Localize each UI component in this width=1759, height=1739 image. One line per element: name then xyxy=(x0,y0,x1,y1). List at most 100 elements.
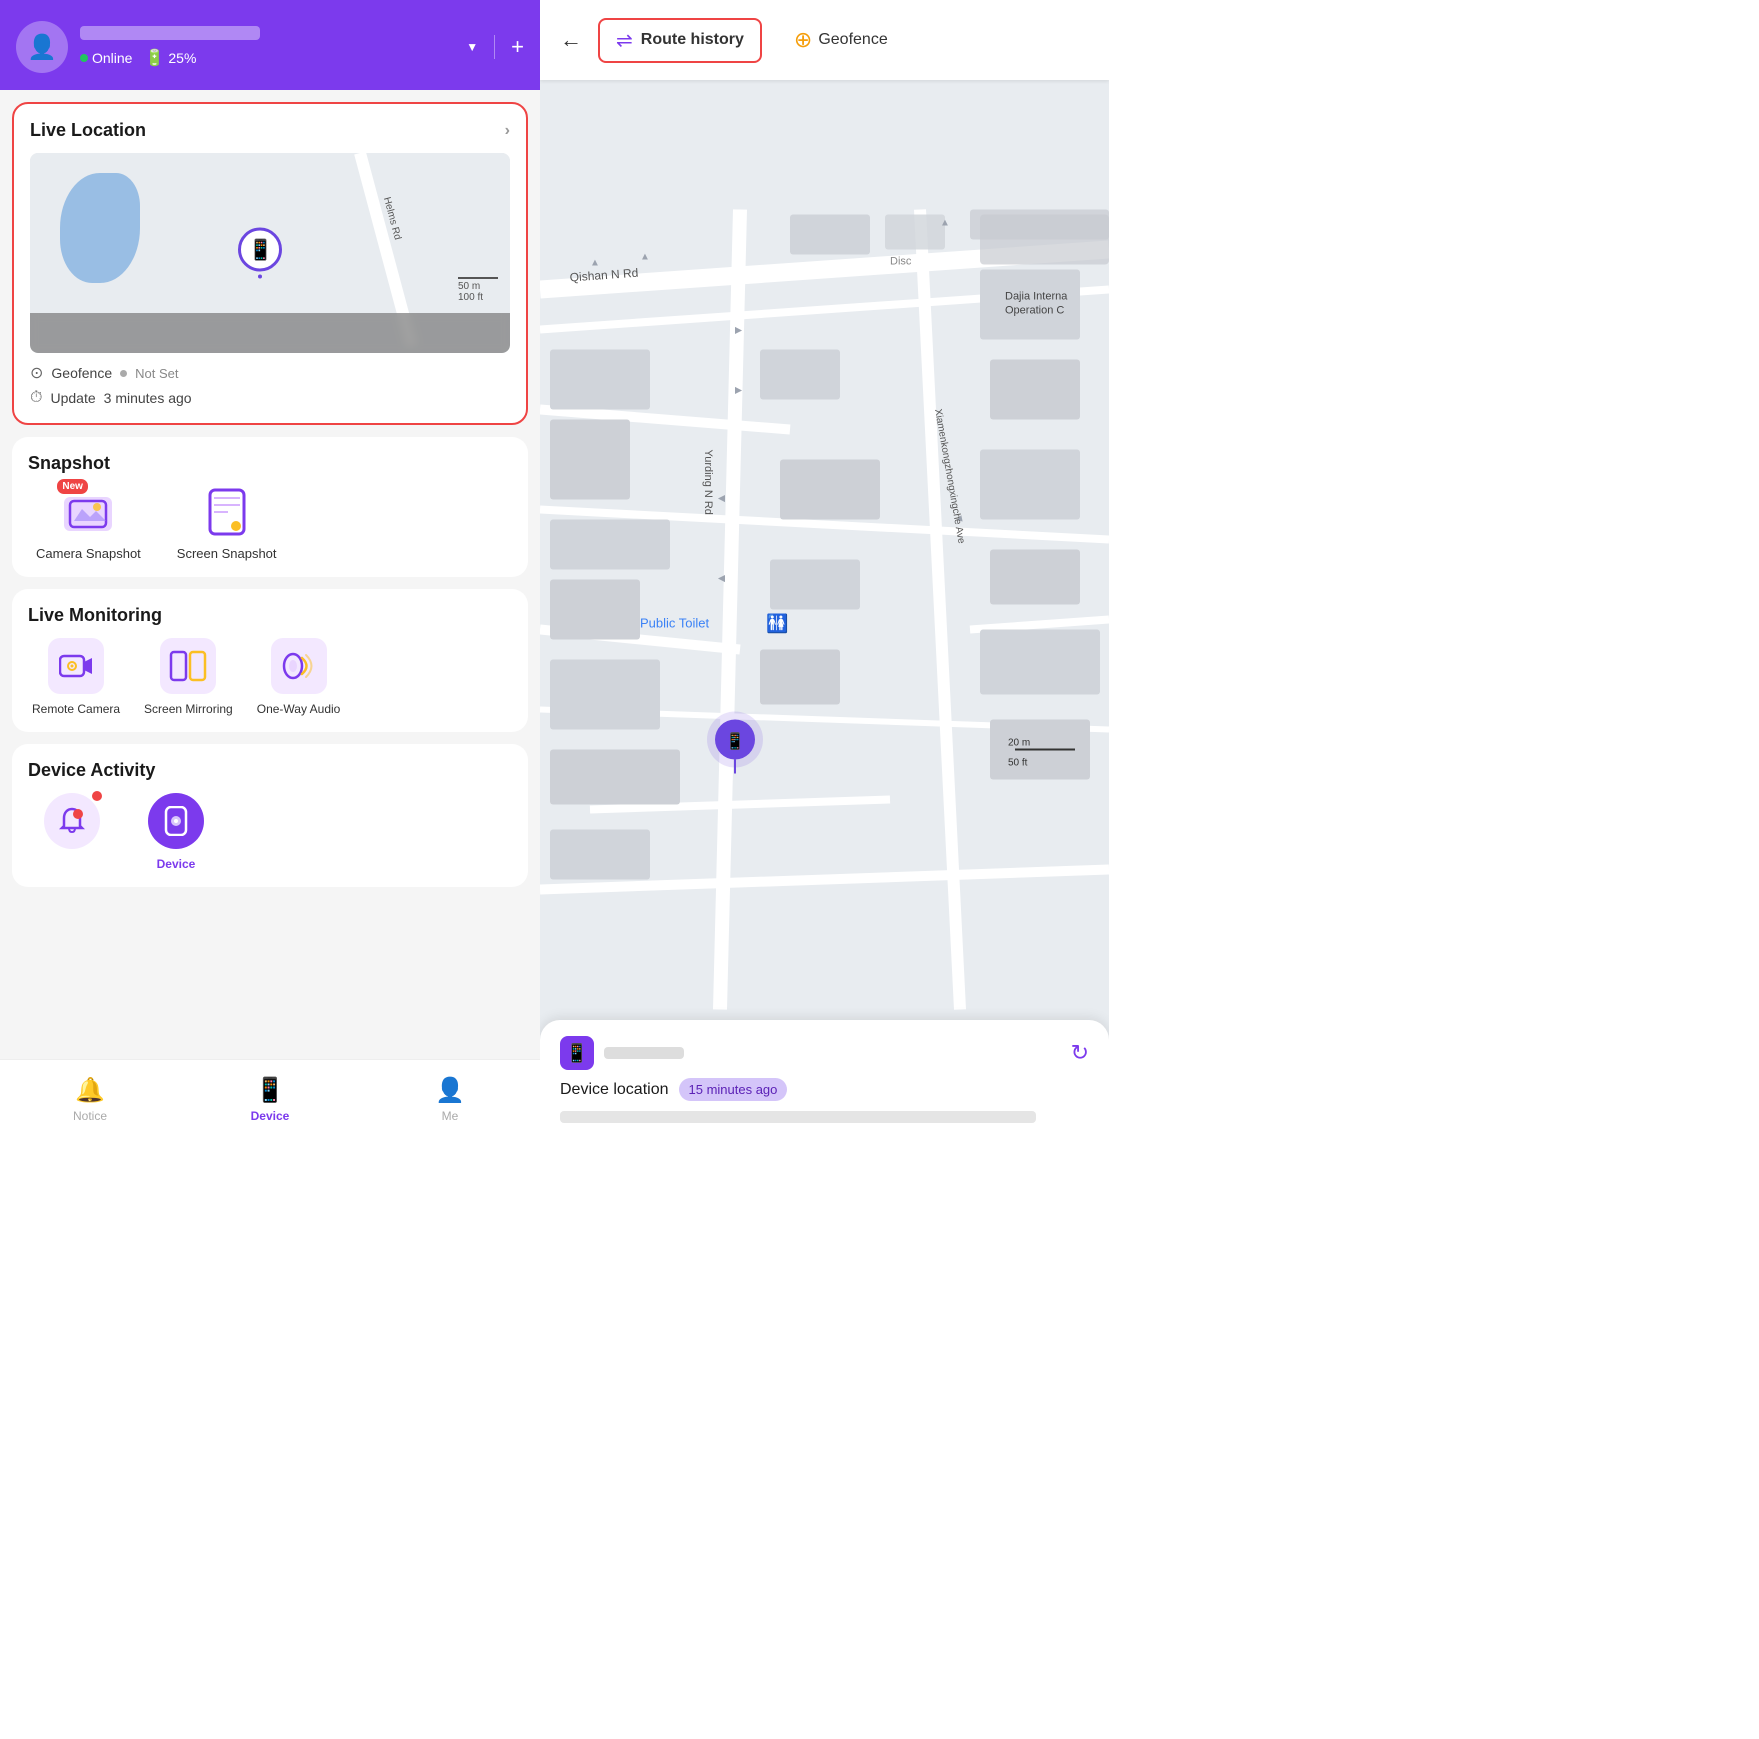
svg-text:▲: ▲ xyxy=(732,325,746,337)
location-info-card: 📱 ↻ Device location 15 minutes ago xyxy=(540,1020,1109,1139)
map-background: Helms Rd 📱 50 m 100 ft xyxy=(30,153,510,353)
screen-mirroring-label: Screen Mirroring xyxy=(144,702,233,716)
svg-text:▲: ▲ xyxy=(940,218,950,229)
geofence-row: ⊙ Geofence Not Set xyxy=(30,363,510,383)
update-row: ⏱ Update 3 minutes ago xyxy=(30,389,510,407)
live-monitoring-card: Live Monitoring Remote Camera xyxy=(12,589,528,732)
update-label: Update xyxy=(50,390,95,406)
device-nav-label: Device xyxy=(251,1109,290,1123)
left-panel: 👤 Online 🔋 25% ▼ + L xyxy=(0,0,540,1139)
map-svg: ▲ ▲ ▲ ▲ ▲ ▲ ▲ ▲ Qishan N Rd Yurding N Rd… xyxy=(540,80,1109,1139)
online-dot xyxy=(80,54,88,62)
nav-item-notice[interactable]: 🔔 Notice xyxy=(0,1068,180,1131)
svg-text:📱: 📱 xyxy=(725,732,745,751)
live-location-card[interactable]: Live Location › Helms Rd 📱 xyxy=(12,102,528,425)
snapshot-icons: New Camera Snapshot xyxy=(28,486,512,561)
app-header: 👤 Online 🔋 25% ▼ + xyxy=(0,0,540,90)
svg-text:▲: ▲ xyxy=(732,385,746,397)
activity-device-item[interactable]: Device xyxy=(136,793,216,871)
activity-notice-icon-wrap xyxy=(44,793,100,849)
screen-mirroring-item[interactable]: Screen Mirroring xyxy=(144,638,233,716)
add-button[interactable]: + xyxy=(511,34,524,60)
scale-bar xyxy=(458,277,498,279)
scale-100ft: 100 ft xyxy=(458,292,498,303)
pin-phone-icon: 📱 xyxy=(248,237,273,262)
geofence-target-icon: ⊕ xyxy=(794,27,812,53)
activity-device-icon xyxy=(148,793,204,849)
route-history-button[interactable]: ⇌ Route history xyxy=(598,18,762,63)
header-divider xyxy=(494,35,495,59)
geofence-label: Geofence xyxy=(818,31,887,49)
geofence-button[interactable]: ⊕ Geofence xyxy=(794,27,888,53)
camera-snapshot-label: Camera Snapshot xyxy=(36,546,141,561)
screen-snapshot-icon xyxy=(201,486,253,538)
camera-snapshot-item[interactable]: New Camera Snapshot xyxy=(36,486,141,561)
device-nav-icon: 📱 xyxy=(255,1076,285,1105)
notice-nav-icon: 🔔 xyxy=(75,1076,105,1105)
back-button[interactable]: ← xyxy=(560,27,582,53)
svg-text:Operation C: Operation C xyxy=(1005,305,1064,317)
header-info: Online 🔋 25% xyxy=(80,26,454,68)
map-preview: Helms Rd 📱 50 m 100 ft xyxy=(30,153,510,353)
one-way-audio-item[interactable]: One-Way Audio xyxy=(257,638,341,716)
screen-mirroring-icon xyxy=(160,638,216,694)
map-bottom-blur xyxy=(30,313,510,353)
nav-item-device[interactable]: 📱 Device xyxy=(180,1068,360,1131)
header-actions: ▼ + xyxy=(466,34,524,60)
device-activity-card: Device Activity xyxy=(12,744,528,887)
screen-snapshot-item[interactable]: Screen Snapshot xyxy=(177,486,277,561)
screen-snapshot-label: Screen Snapshot xyxy=(177,546,277,561)
remote-camera-item[interactable]: Remote Camera xyxy=(32,638,120,716)
snapshot-title: Snapshot xyxy=(28,453,512,474)
screen-svg-icon xyxy=(208,488,246,536)
svg-text:Dajia Interna: Dajia Interna xyxy=(1005,291,1068,303)
avatar: 👤 xyxy=(16,21,68,73)
not-set-label: Not Set xyxy=(135,366,178,381)
pin-circle: 📱 xyxy=(238,228,282,272)
route-history-label: Route history xyxy=(641,31,744,49)
svg-text:Yurding N Rd: Yurding N Rd xyxy=(702,450,714,515)
geofence-icon: ⊙ xyxy=(30,363,43,383)
svg-text:▲: ▲ xyxy=(714,573,728,585)
svg-text:🚻: 🚻 xyxy=(766,613,788,634)
time-ago-badge: 15 minutes ago xyxy=(679,1078,788,1101)
live-location-chevron: › xyxy=(505,122,510,140)
not-set-dot xyxy=(120,370,127,377)
activity-icons: Device xyxy=(28,793,512,871)
location-row: Device location 15 minutes ago xyxy=(560,1078,1089,1101)
online-status: Online xyxy=(80,50,132,66)
one-way-audio-icon xyxy=(271,638,327,694)
notice-nav-label: Notice xyxy=(73,1109,107,1123)
route-history-icon: ⇌ xyxy=(616,28,633,53)
status-row: Online 🔋 25% xyxy=(80,48,454,68)
dropdown-arrow-icon[interactable]: ▼ xyxy=(466,40,478,54)
geofence-label: Geofence xyxy=(51,365,112,381)
online-label: Online xyxy=(92,50,132,66)
map-pin: 📱 xyxy=(238,228,282,279)
right-header: ← ⇌ Route history ⊕ Geofence xyxy=(540,0,1109,80)
one-way-audio-label: One-Way Audio xyxy=(257,702,341,716)
me-nav-label: Me xyxy=(442,1109,459,1123)
svg-text:Disc: Disc xyxy=(890,256,912,268)
battery-icon: 🔋 xyxy=(144,48,164,68)
me-nav-icon: 👤 xyxy=(435,1076,465,1105)
svg-text:50 ft: 50 ft xyxy=(1008,758,1028,769)
nav-item-me[interactable]: 👤 Me xyxy=(360,1068,540,1131)
svg-text:20 m: 20 m xyxy=(1008,738,1030,749)
device-info: 📱 xyxy=(560,1036,684,1070)
svg-text:▲: ▲ xyxy=(640,252,650,263)
scale-50m: 50 m xyxy=(458,281,498,292)
camera-svg-icon xyxy=(62,489,114,535)
notif-dot xyxy=(92,791,102,801)
activity-notice-item[interactable] xyxy=(32,793,112,871)
address-blur xyxy=(560,1111,1036,1123)
activity-device-label: Device xyxy=(157,857,196,871)
battery-status: 🔋 25% xyxy=(144,48,196,68)
device-phone-icon: 📱 xyxy=(560,1036,594,1070)
right-panel: ← ⇌ Route history ⊕ Geofence xyxy=(540,0,1109,1139)
refresh-button[interactable]: ↻ xyxy=(1071,1040,1089,1066)
device-name-blur xyxy=(80,26,260,40)
map-location-blob xyxy=(60,173,140,283)
location-info-top: 📱 ↻ xyxy=(560,1036,1089,1070)
snapshot-card: Snapshot New xyxy=(12,437,528,577)
